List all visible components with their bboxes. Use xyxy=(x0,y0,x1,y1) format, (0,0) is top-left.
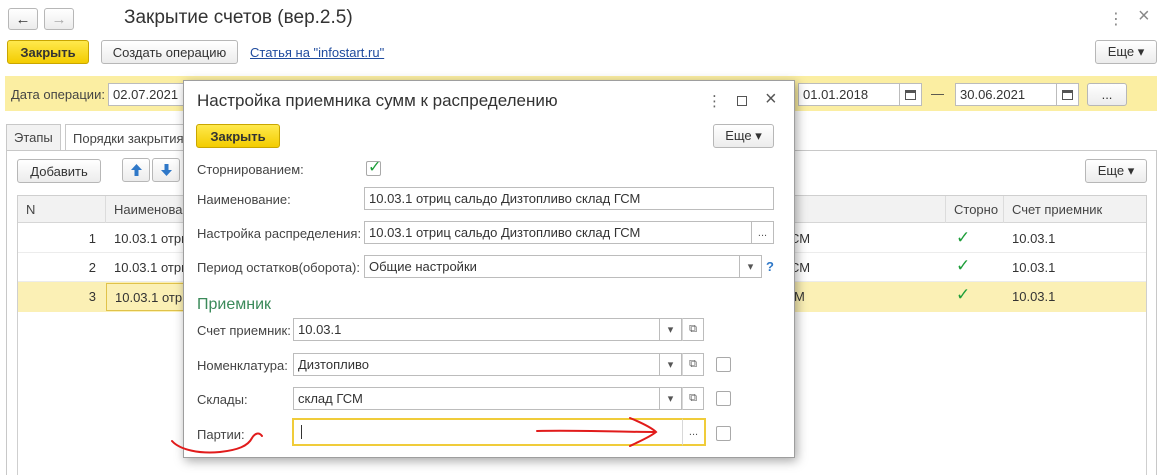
red-underline-stroke xyxy=(171,432,263,454)
red-arrow-stroke xyxy=(536,429,656,433)
red-annotation-layer xyxy=(171,417,658,454)
